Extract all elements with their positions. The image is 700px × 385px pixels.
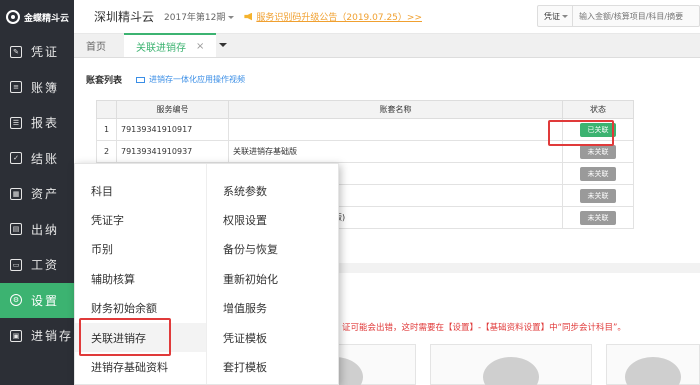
account-list-header: 账套列表 进销存一体化应用操作视频	[86, 73, 245, 86]
sidebar-item-label: 凭证	[31, 45, 60, 60]
menu-item-voucher-template[interactable]: 凭证模板	[207, 323, 338, 352]
top-bar: 深圳精斗云 2017年第12期 服务识别码升级公告（2019.07.25）>> …	[74, 0, 700, 34]
period-selector[interactable]: 2017年第12期	[164, 10, 235, 23]
tab-link-inventory[interactable]: 关联进销存 ×	[124, 33, 217, 57]
search-type-label: 凭证	[544, 11, 560, 21]
company-name: 深圳精斗云	[94, 10, 155, 24]
chevron-down-icon	[219, 43, 228, 51]
settings-menu-right-column: 系统参数 权限设置 备份与恢复 重新初始化 增值服务 凭证模板 套打模板	[207, 164, 338, 384]
menu-item-inventory-basics[interactable]: 进销存基础资料	[75, 352, 206, 381]
guide-card[interactable]	[430, 344, 592, 385]
tab-label: 首页	[86, 41, 106, 53]
status-badge-unlinked[interactable]: 未关联	[580, 210, 616, 225]
report-icon: ☰	[10, 116, 22, 129]
video-link-label: 进销存一体化应用操作视频	[149, 75, 246, 84]
gear-icon: ⚙	[10, 294, 22, 307]
chevron-down-icon	[562, 14, 568, 21]
sidebar-item-salary[interactable]: ▭ 工资	[0, 247, 74, 283]
tab-bar: 首页 关联进销存 ×	[74, 33, 700, 58]
account-name	[228, 118, 563, 141]
menu-item-backup-restore[interactable]: 备份与恢复	[207, 235, 338, 264]
sidebar-item-label: 出纳	[31, 222, 60, 237]
menu-item-system-params[interactable]: 系统参数	[207, 176, 338, 205]
app-logo[interactable]: 金蝶精斗云	[0, 0, 74, 34]
sidebar-item-cashier[interactable]: ▤ 出纳	[0, 212, 74, 248]
sidebar-item-label: 工资	[31, 258, 60, 273]
checkout-icon: ✓	[10, 152, 22, 165]
search-type-select[interactable]: 凭证	[538, 6, 573, 26]
search-input[interactable]	[573, 11, 693, 21]
sidebar-item-asset[interactable]: ▦ 资产	[0, 176, 74, 212]
menu-item-voucher-type[interactable]: 凭证字	[75, 205, 206, 234]
voucher-icon: ✎	[10, 45, 22, 58]
notice-link[interactable]: 服务识别码升级公告（2019.07.25）>>	[244, 10, 422, 23]
menu-item-subject[interactable]: 科目	[75, 176, 206, 205]
table-header	[96, 100, 117, 119]
menu-item-currency[interactable]: 币别	[75, 235, 206, 264]
sidebar-item-report[interactable]: ☰ 报表	[0, 105, 74, 141]
table-header: 服务编号	[116, 100, 229, 119]
status-badge-unlinked[interactable]: 未关联	[580, 188, 616, 203]
guide-illustration	[625, 357, 681, 385]
sidebar-item-label: 资产	[31, 187, 60, 202]
linked-status-highlight	[548, 120, 614, 146]
menu-item-permissions[interactable]: 权限设置	[207, 205, 338, 234]
table-header-row: 服务编号 账套名称 状态	[96, 100, 634, 119]
sidebar-item-label: 设置	[31, 293, 60, 308]
sidebar-item-label: 进销存	[31, 329, 74, 344]
notice-text: 服务识别码升级公告（2019.07.25）>>	[256, 13, 422, 23]
sidebar-item-settings[interactable]: ⚙ 设置	[0, 282, 74, 318]
menu-item-reinitialize[interactable]: 重新初始化	[207, 264, 338, 293]
account-list-title: 账套列表	[86, 76, 123, 86]
salary-icon: ▭	[10, 258, 22, 271]
guide-card[interactable]	[606, 344, 700, 385]
logo-text: 金蝶精斗云	[24, 13, 70, 24]
service-code: 79139341910937	[116, 140, 229, 163]
sidebar: 金蝶精斗云 ✎ 凭证 ≡ 账簿 ☰ 报表 ✓ 结账 ▦ 资产 ▤ 出纳 ▭ 工资…	[0, 0, 74, 385]
sidebar-item-label: 报表	[31, 116, 60, 131]
warning-text: 证可能会出错，这时需要在【设置】-【基础资料设置】中“同步会计科目”。	[342, 323, 626, 333]
tab-more-button[interactable]	[216, 33, 230, 57]
speaker-icon	[244, 12, 253, 21]
service-code: 79139341910917	[116, 118, 229, 141]
guide-illustration	[483, 357, 539, 385]
tab-home[interactable]: 首页	[74, 33, 124, 57]
table-header: 账套名称	[228, 100, 563, 119]
sidebar-item-label: 结账	[31, 151, 60, 166]
menu-item-value-added[interactable]: 增值服务	[207, 294, 338, 323]
table-header: 状态	[562, 100, 634, 119]
tab-label: 关联进销存	[136, 42, 186, 54]
cashier-icon: ▤	[10, 223, 22, 236]
menu-item-highlight	[79, 318, 171, 356]
video-link[interactable]: 进销存一体化应用操作视频	[136, 74, 245, 85]
search-box: 凭证	[537, 5, 700, 27]
sidebar-item-ledger[interactable]: ≡ 账簿	[0, 70, 74, 106]
ledger-icon: ≡	[10, 81, 22, 94]
row-index: 2	[96, 140, 117, 163]
period-label: 2017年第12期	[164, 13, 226, 23]
sidebar-item-voucher[interactable]: ✎ 凭证	[0, 34, 74, 70]
account-name: 关联进销存基础版	[228, 140, 563, 163]
status-badge-unlinked[interactable]: 未关联	[580, 166, 616, 181]
inventory-icon: ▣	[10, 329, 22, 342]
close-icon[interactable]: ×	[196, 41, 204, 52]
menu-item-print-template[interactable]: 套打模板	[207, 352, 338, 381]
video-icon	[136, 76, 146, 83]
chevron-down-icon	[228, 16, 235, 22]
logo-icon	[6, 10, 20, 24]
menu-item-auxiliary[interactable]: 辅助核算	[75, 264, 206, 293]
sidebar-item-label: 账簿	[31, 80, 60, 95]
status-badge-unlinked[interactable]: 未关联	[580, 144, 616, 159]
asset-icon: ▦	[10, 187, 22, 200]
sidebar-item-inventory[interactable]: ▣ 进销存	[0, 318, 74, 354]
row-index: 1	[96, 118, 117, 141]
sidebar-item-checkout[interactable]: ✓ 结账	[0, 141, 74, 177]
